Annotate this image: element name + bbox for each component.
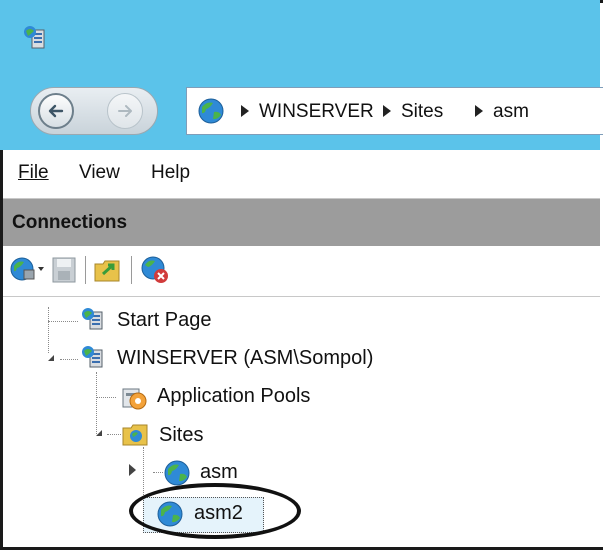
tree-connector: [48, 307, 49, 353]
collapse-arrow-icon[interactable]: [96, 430, 102, 436]
application-pools-icon: [122, 388, 147, 410]
connections-toolbar: [3, 246, 600, 297]
globe-icon: [198, 98, 224, 124]
breadcrumb-winserver[interactable]: WINSERVER: [259, 101, 374, 123]
connections-title: Connections: [12, 212, 128, 233]
tree-label-start-page: Start Page: [117, 309, 212, 331]
navigation-buttons: [30, 87, 158, 135]
tree-label-application-pools: Application Pools: [157, 385, 311, 407]
breadcrumb-sites[interactable]: Sites: [401, 101, 443, 123]
connect-button[interactable]: [9, 255, 47, 285]
menu-view[interactable]: View: [79, 162, 120, 184]
tree-connector: [96, 397, 116, 398]
back-arrow-icon: [48, 104, 64, 118]
iis-server-icon: [24, 26, 45, 49]
breadcrumb-arrow-icon: [383, 105, 391, 117]
menu-file[interactable]: File: [18, 162, 49, 184]
back-button[interactable]: [38, 93, 74, 129]
menu-file-label: File: [18, 162, 49, 183]
menu-help-label: Help: [151, 162, 191, 183]
tree-label-sites: Sites: [159, 424, 204, 446]
tree-connector: [96, 372, 97, 434]
tree-connector: [48, 321, 78, 322]
tree-connector: [60, 359, 78, 360]
globe-icon: [164, 460, 190, 486]
breadcrumb-arrow-icon: [475, 105, 483, 117]
title-bar: [0, 0, 600, 74]
connect-globe-icon: [10, 257, 44, 281]
folder-up-icon: [94, 260, 120, 282]
tree-connector: [153, 472, 163, 473]
go-up-button[interactable]: [93, 255, 123, 285]
expand-arrow-icon[interactable]: [129, 464, 136, 476]
address-field[interactable]: WINSERVER Sites asm: [186, 87, 603, 135]
address-bar-region: WINSERVER Sites asm: [0, 74, 603, 150]
connections-tree: Start Page WINSERVER (ASM\Sompol) Applic…: [3, 297, 600, 547]
breadcrumb-asm[interactable]: asm: [493, 101, 529, 123]
toolbar-separator: [131, 256, 132, 284]
breadcrumb-arrow-icon: [241, 105, 249, 117]
tree-label-server: WINSERVER (ASM\Sompol): [117, 347, 374, 369]
tree-label-asm: asm: [200, 461, 238, 483]
iis-server-icon: [82, 308, 103, 330]
menu-bar: File View Help: [3, 150, 600, 199]
tree-connector: [107, 434, 121, 435]
collapse-arrow-icon[interactable]: [48, 355, 54, 361]
sites-folder-icon: [122, 424, 148, 446]
disconnect-button[interactable]: [139, 255, 171, 285]
highlight-annotation-circle: [129, 483, 301, 539]
disconnect-icon: [141, 256, 168, 283]
forward-button[interactable]: [107, 93, 143, 129]
menu-help[interactable]: Help: [151, 162, 190, 184]
save-icon: [52, 257, 76, 283]
menu-view-label: View: [79, 162, 120, 183]
iis-server-icon: [82, 346, 103, 368]
connections-header: Connections: [3, 199, 600, 246]
toolbar-separator: [85, 256, 86, 284]
save-button[interactable]: [51, 255, 77, 285]
forward-arrow-icon: [118, 105, 132, 117]
